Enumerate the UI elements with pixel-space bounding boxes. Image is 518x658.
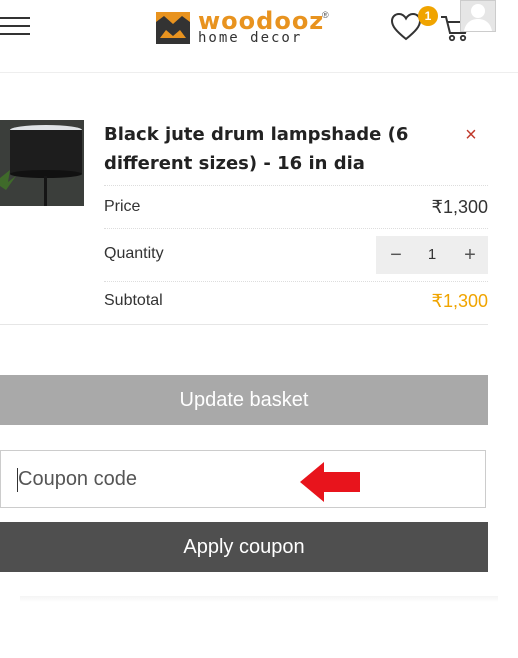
logo-registered-mark: ®: [322, 10, 329, 20]
apply-coupon-button[interactable]: Apply coupon: [0, 522, 488, 572]
quantity-stepper: − 1 +: [376, 236, 488, 274]
coupon-field[interactable]: [0, 450, 486, 508]
quantity-value[interactable]: 1: [412, 236, 452, 274]
logo-mark-icon: [156, 12, 190, 44]
product-title[interactable]: Black jute drum lampshade (6 different s…: [104, 120, 434, 178]
row-divider: [104, 281, 488, 282]
update-basket-button[interactable]: Update basket: [0, 375, 488, 425]
hamburger-menu-icon[interactable]: [0, 17, 30, 35]
quantity-decrease-button[interactable]: −: [378, 236, 414, 274]
footer-shadow: [20, 596, 498, 602]
subtotal-value: ₹1,300: [431, 291, 489, 311]
quantity-label: Quantity: [104, 245, 164, 262]
site-header: woodooz ® home decor 1: [0, 0, 518, 73]
price-value: ₹1,300: [431, 197, 489, 217]
quantity-increase-button[interactable]: +: [452, 236, 488, 274]
logo-tagline: home decor: [198, 30, 303, 46]
wishlist-count-badge: 1: [418, 6, 438, 26]
row-divider: [104, 185, 488, 186]
user-avatar-icon[interactable]: [460, 0, 496, 32]
site-logo[interactable]: woodooz ® home decor: [156, 8, 336, 48]
product-thumbnail[interactable]: [0, 120, 84, 206]
remove-item-button[interactable]: ×: [460, 124, 482, 146]
price-label: Price: [104, 198, 141, 215]
red-arrow-icon: [300, 460, 360, 504]
section-divider: [0, 324, 488, 325]
row-divider: [104, 228, 488, 229]
subtotal-label: Subtotal: [104, 292, 163, 309]
coupon-code-input[interactable]: [1, 451, 298, 507]
text-cursor: [17, 468, 18, 492]
